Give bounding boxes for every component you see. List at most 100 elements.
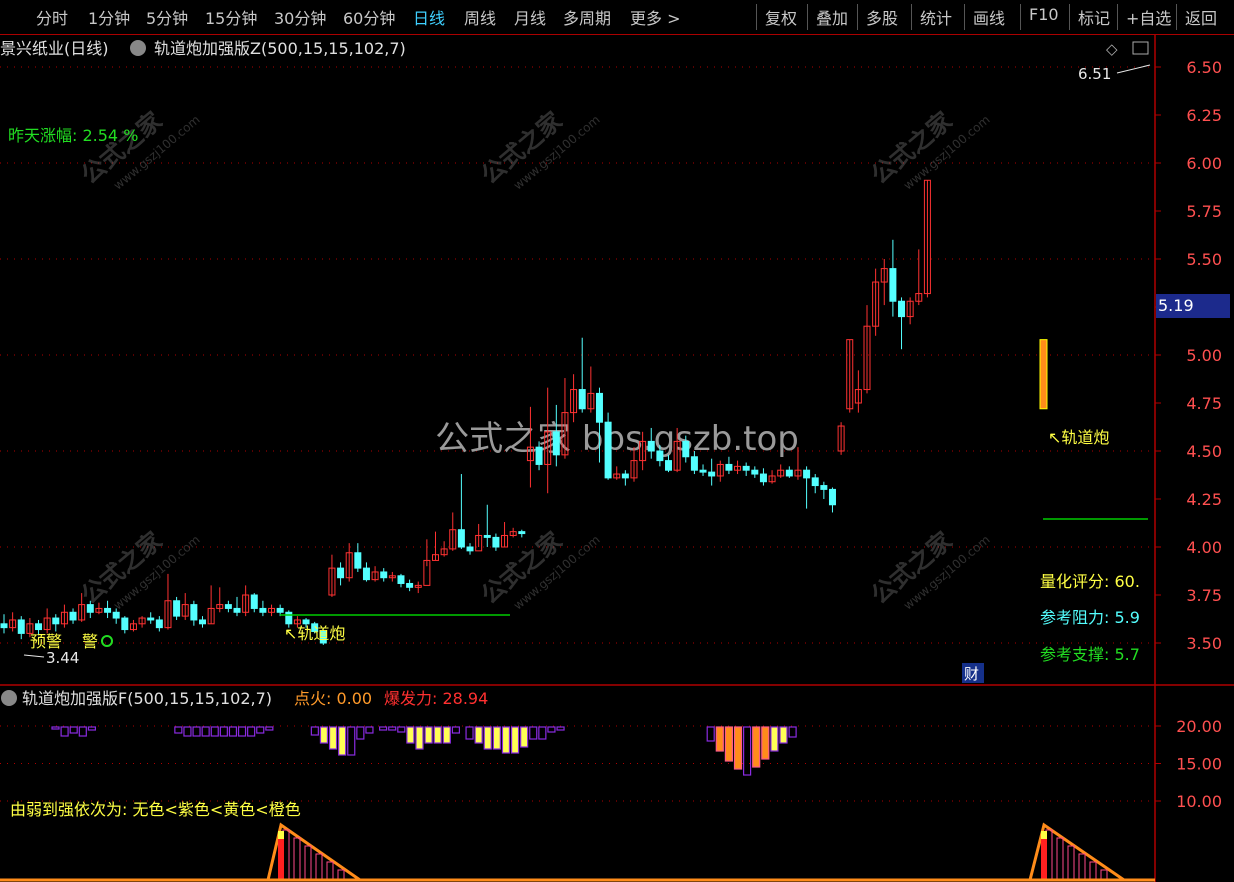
indicator-toggle-icon[interactable] [130,40,146,56]
toolbar-separator [1176,4,1177,30]
period-3-button[interactable]: 15分钟 [205,5,257,29]
toolbar-separator [964,4,965,30]
sub-bar-yellow [474,726,483,744]
max-arrow [1116,64,1151,74]
candle-down [518,531,526,535]
strength-triangle-right-bar [1056,837,1064,881]
center-watermark: 公式之家 bbs.gszb.top [435,419,799,459]
toolbar-separator [911,4,912,30]
candle-down [233,607,241,613]
warning-dot [101,635,113,647]
period-0-button[interactable]: 分时 [36,5,68,29]
sub-tick-label: 15.00 [1176,755,1222,774]
strength-triangle-right-tip [1041,831,1047,839]
watermark-stamp: 公式之家www.gszj100.com [866,106,993,192]
toolbar-separator [756,4,757,30]
toolbar-separator [807,4,808,30]
window-icon[interactable] [1132,41,1149,55]
tool-3-button[interactable]: 统计 [920,5,952,29]
sub-bar-purple [706,726,715,742]
yesterday-change: 昨天涨幅: 2.54 % [8,126,138,145]
min-price-label: 3.44 [46,649,79,667]
period-6-button[interactable]: 日线 [413,5,445,29]
price-tick-label: 4.00 [1186,538,1222,557]
sub-indicator-toggle-icon[interactable] [1,690,17,706]
candle-down [406,582,414,588]
strength-triangle-left-tip [278,831,284,839]
tool-2-button[interactable]: 多股 [866,5,898,29]
candle-down [337,567,345,579]
sub-bar-yellow [492,726,501,750]
tool-1-button[interactable]: 叠加 [816,5,848,29]
candle-down [17,619,25,634]
strength-triangle-left-bar [326,861,334,881]
sub-bar-yellow [319,726,329,744]
sub-bar-purple [256,726,265,734]
price-tick-label: 6.25 [1186,106,1222,125]
sub-bar-purple [379,726,388,731]
candle-down [155,619,163,629]
sub-bar-purple [210,726,219,737]
price-chart: 3.503.754.004.254.504.755.005.255.505.75… [0,35,1234,882]
period-2-button[interactable]: 5分钟 [146,5,188,29]
sub-bar-purple [201,726,210,737]
sub-bar-yellow [510,726,520,754]
candle-down [52,617,60,625]
candle-down [112,611,120,619]
candle-down [86,604,94,613]
candle-down [397,575,405,584]
signal-label-left: ↖轨道炮 [284,624,345,643]
tool-5-button[interactable]: F10 [1029,5,1059,24]
stock-title: 景兴纸业(日线) [0,39,109,58]
candle-down [708,471,716,477]
price-tick-label: 3.50 [1186,634,1222,653]
candle-down [492,536,500,548]
tool-0-button[interactable]: 复权 [765,5,797,29]
candle-down [682,440,690,458]
strength-legend: 由弱到强依次为: 无色<紫色<黄色<橙色 [10,800,301,819]
sub-bar-purple [538,726,547,740]
period-9-button[interactable]: 多周期 [563,5,611,29]
sub-bar-purple [87,726,97,731]
period-4-button[interactable]: 30分钟 [274,5,326,29]
candle-down [742,465,750,471]
price-tick-label: 5.75 [1186,202,1222,221]
candle-down [665,460,673,471]
sub-bar-purple [247,726,256,737]
max-price-label: 6.51 [1078,65,1111,83]
sub-bar-yellow [328,726,338,750]
sub-bar-purple [365,726,374,734]
strength-triangle-left-bar [304,845,312,881]
warning-label-left: 预警 [30,632,62,651]
sub-bar-purple [347,726,356,756]
candle-down [811,477,819,487]
tool-8-button[interactable]: 返回 [1185,5,1217,29]
candle-down [259,607,267,613]
sub-bar-orange [761,726,770,760]
candle-down [552,431,560,456]
period-1-button[interactable]: 1分钟 [88,5,130,29]
tool-7-button[interactable]: +自选 [1126,5,1171,29]
sub-bar-purple [51,726,60,730]
sub-bar-yellow [779,726,788,744]
period-10-button[interactable]: 更多 > [630,5,681,29]
sub-bar-yellow [770,726,779,752]
candle-down [621,473,629,479]
sub-bar-purple [265,726,274,731]
sub-bar-yellow [424,726,433,744]
toolbar-separator [1117,4,1118,30]
sub-bar-purple [388,726,397,731]
period-8-button[interactable]: 月线 [514,5,546,29]
candle-down [656,450,664,462]
candle-down [250,594,258,609]
tool-6-button[interactable]: 标记 [1078,5,1110,29]
period-7-button[interactable]: 周线 [464,5,496,29]
tool-4-button[interactable]: 画线 [973,5,1005,29]
period-5-button[interactable]: 60分钟 [343,5,395,29]
price-tick-label: 4.75 [1186,394,1222,413]
sub-indicator-title: 轨道炮加强版F(500,15,15,102,7) [22,689,272,708]
sub-bar-orange [715,726,724,752]
sub-bar-purple [742,726,752,776]
sub-bar-yellow [483,726,492,750]
watermark-stamp: 公式之家www.gszj100.com [476,526,603,612]
